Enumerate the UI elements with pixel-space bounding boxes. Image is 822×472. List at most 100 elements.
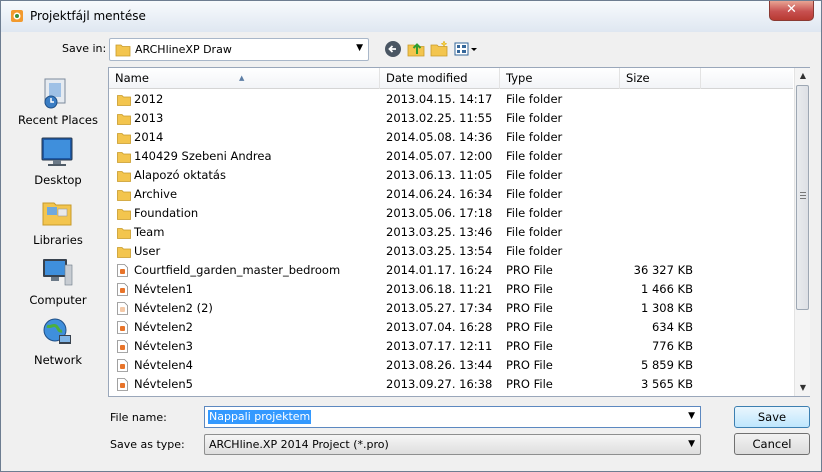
close-button[interactable]: ✕ (769, 1, 814, 21)
type-cell: PRO File (506, 301, 553, 315)
grip-icon (800, 192, 806, 199)
file-rows: 2012 2013.04.15. 14:17 File folder 2013 2013… (109, 90, 793, 396)
file-name-cell: Névtelen5 (134, 377, 193, 391)
column-name-label: Name (115, 71, 149, 85)
folder-row[interactable]: 140429 Szebeni Andrea 2014.05.07. 12:00 Fi… (109, 147, 793, 166)
file-name-cell: Courtfield_garden_master_bedroom (134, 263, 341, 277)
app-icon (11, 10, 23, 22)
date-cell: 2013.02.25. 11:55 (386, 111, 493, 125)
folder-icon (115, 44, 131, 57)
date-cell: 2014.01.17. 16:24 (386, 263, 493, 277)
scroll-thumb[interactable] (796, 85, 809, 310)
file-name-cell: Névtelen2 (134, 320, 193, 334)
file-name-cell: Névtelen2 (2) (134, 301, 213, 315)
file-row[interactable]: Névtelen3 2013.07.17. 12:11 PRO File 776 KB (109, 337, 793, 356)
date-cell: 2013.09.27. 16:38 (386, 377, 493, 391)
type-cell: File folder (506, 225, 563, 239)
size-cell: 634 KB (651, 320, 693, 334)
folder-row[interactable]: 2013 2013.02.25. 11:55 File folder (109, 109, 793, 128)
file-list[interactable]: Name ▲ Date modified Type Size 2012 2013.… (108, 67, 810, 397)
file-name-cell: Archive (134, 187, 178, 201)
date-cell: 2014.05.07. 12:00 (386, 149, 493, 163)
file-row[interactable]: Courtfield_garden_master_bedroom 2014.01.… (109, 261, 793, 280)
size-cell: 1 308 KB (640, 301, 693, 315)
type-cell: File folder (506, 187, 563, 201)
date-cell: 2013.03.25. 13:46 (386, 225, 493, 239)
new-folder-icon[interactable] (429, 39, 449, 59)
places-bar: Recent Places Desktop Libraries Computer… (11, 67, 105, 397)
save-in-value: ARCHlineXP Draw (135, 43, 232, 56)
date-cell: 2013.06.18. 11:21 (386, 282, 493, 296)
desktop-icon (41, 137, 73, 166)
place-label: Desktop (34, 173, 82, 187)
folder-row[interactable]: 2012 2013.04.15. 14:17 File folder (109, 90, 793, 109)
chevron-down-icon[interactable]: ▼ (688, 411, 695, 421)
date-cell: 2013.04.15. 14:17 (386, 92, 493, 106)
date-cell: 2013.07.04. 16:28 (386, 320, 493, 334)
save-dialog: Projektfájl mentése ✕ Save in: ARCHlineX… (0, 0, 822, 472)
file-name-cell: Foundation (134, 206, 199, 220)
place-label: Recent Places (18, 113, 98, 127)
chevron-down-icon: ▼ (356, 43, 363, 53)
chevron-down-icon: ▼ (688, 439, 695, 449)
type-cell: PRO File (506, 358, 553, 372)
folder-row[interactable]: Team 2013.03.25. 13:46 File folder (109, 223, 793, 242)
file-row[interactable]: Névtelen1 2013.06.18. 11:21 PRO File 1 466 … (109, 280, 793, 299)
file-row[interactable]: Névtelen5 2013.09.27. 16:38 PRO File 3 565 … (109, 375, 793, 394)
folder-row[interactable]: 2014 2014.05.08. 14:36 File folder (109, 128, 793, 147)
title-bar[interactable]: Projektfájl mentése ✕ (1, 1, 821, 32)
pro-file-icon (117, 378, 128, 396)
type-cell: File folder (506, 168, 563, 182)
folder-row[interactable]: Foundation 2013.05.06. 17:18 File folder (109, 204, 793, 223)
save-button[interactable]: Save (734, 406, 810, 428)
save-as-type-dropdown[interactable]: ARCHline.XP 2014 Project (*.pro) ▼ (204, 434, 701, 455)
cancel-button[interactable]: Cancel (734, 433, 810, 455)
file-name-cell: Team (134, 225, 165, 239)
scroll-down-icon[interactable]: ▼ (795, 380, 811, 396)
file-name-value[interactable]: Nappali projektem (208, 410, 312, 424)
type-cell: File folder (506, 111, 563, 125)
vertical-scrollbar[interactable]: ▲ ▼ (794, 68, 810, 396)
file-name-cell: Alapozó oktatás (134, 168, 226, 182)
file-row[interactable]: Névtelen2 (2) 2013.05.27. 17:34 PRO File 1 … (109, 299, 793, 318)
file-name-cell: 2013 (134, 111, 164, 125)
file-row[interactable]: Névtelen4 2013.08.26. 13:44 PRO File 5 859 … (109, 356, 793, 375)
back-arrow-icon[interactable] (383, 39, 403, 59)
scroll-up-icon[interactable]: ▲ (795, 68, 811, 84)
column-header-row: Name ▲ Date modified Type Size (109, 68, 793, 89)
folder-row[interactable]: Alapozó oktatás 2013.06.13. 11:05 File fol… (109, 166, 793, 185)
network-icon (43, 318, 71, 344)
file-name-cell: Névtelen4 (134, 358, 193, 372)
file-name-cell: 2012 (134, 92, 164, 106)
date-cell: 2013.07.17. 12:11 (386, 339, 493, 353)
file-name-cell: Névtelen3 (134, 339, 193, 353)
recent-places-icon (44, 78, 66, 109)
save-in-dropdown[interactable]: ARCHlineXP Draw ▼ (109, 38, 369, 61)
size-cell: 3 565 KB (640, 377, 693, 391)
folder-row[interactable]: User 2013.03.25. 13:54 File folder (109, 242, 793, 261)
file-name-input[interactable]: Nappali projektem ▼ (204, 406, 701, 428)
file-name-label: File name: (110, 411, 167, 424)
type-cell: PRO File (506, 320, 553, 334)
type-cell: PRO File (506, 377, 553, 391)
column-header-filler (701, 68, 793, 89)
place-label: Computer (29, 293, 87, 307)
save-as-type-label: Save as type: (110, 438, 185, 451)
save-as-type-value: ARCHline.XP 2014 Project (*.pro) (209, 438, 389, 451)
date-cell: 2013.06.13. 11:05 (386, 168, 493, 182)
column-header-date[interactable]: Date modified (380, 68, 500, 89)
up-folder-icon[interactable] (406, 39, 426, 59)
type-cell: File folder (506, 130, 563, 144)
column-header-type[interactable]: Type (500, 68, 620, 89)
date-cell: 2013.05.06. 17:18 (386, 206, 493, 220)
size-cell: 5 859 KB (640, 358, 693, 372)
size-cell: 1 466 KB (640, 282, 693, 296)
folder-row[interactable]: Archive 2014.06.24. 16:34 File folder (109, 185, 793, 204)
view-menu-icon[interactable] (453, 39, 479, 59)
file-name-cell: User (134, 244, 161, 258)
file-name-cell: 2014 (134, 130, 164, 144)
column-header-size[interactable]: Size (620, 68, 701, 89)
file-row[interactable]: Névtelen2 2013.07.04. 16:28 PRO File 634 KB (109, 318, 793, 337)
column-header-name[interactable]: Name ▲ (109, 68, 380, 89)
type-cell: PRO File (506, 339, 553, 353)
